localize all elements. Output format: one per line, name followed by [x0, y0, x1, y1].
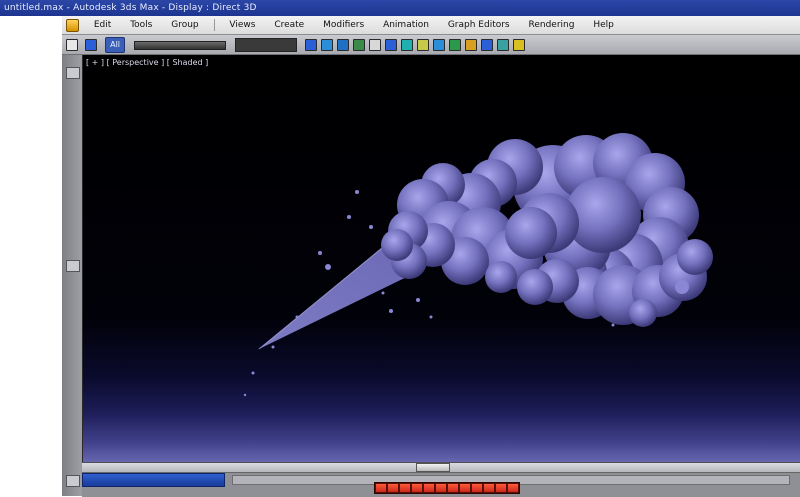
viewport-handle-bottom[interactable]	[66, 475, 80, 487]
menu-tools[interactable]: Tools	[122, 16, 160, 34]
cloud-puff	[517, 269, 553, 305]
toolbar-tool-icon[interactable]	[416, 39, 429, 51]
cloud-puff	[677, 239, 713, 275]
plume-jet-highlight	[258, 242, 389, 350]
spray-droplet	[675, 280, 689, 294]
cloud-puff	[505, 207, 557, 259]
title-bar: untitled.max - Autodesk 3ds Max - Displa…	[0, 0, 800, 16]
menu-bar: Edit Tools Group Views Create Modifiers …	[62, 16, 800, 35]
time-slider-thumb[interactable]	[416, 463, 450, 472]
spray-droplet	[251, 371, 255, 375]
key-filter-bar[interactable]	[374, 482, 520, 494]
menu-views[interactable]: Views	[221, 16, 263, 34]
toolbar-tool-icon[interactable]	[464, 39, 477, 51]
cloud-puff	[629, 299, 657, 327]
menu-graph-editors[interactable]: Graph Editors	[440, 16, 518, 34]
spray-droplet	[369, 225, 373, 229]
selection-filter-dropdown[interactable]: All	[105, 37, 126, 53]
menu-help[interactable]: Help	[585, 16, 622, 34]
menu-group[interactable]: Group	[163, 16, 206, 34]
viewport-handle-top[interactable]	[66, 67, 80, 79]
toolbar-tool-icon[interactable]	[448, 39, 461, 51]
menu-separator	[213, 18, 215, 31]
app-logo-icon[interactable]	[66, 19, 79, 32]
status-panel	[82, 473, 225, 487]
toolbar-tool-icon[interactable]	[320, 39, 333, 51]
menu-animation[interactable]: Animation	[375, 16, 437, 34]
spray-droplet	[389, 309, 393, 313]
spray-droplet	[318, 251, 322, 255]
toolbar-slider[interactable]	[133, 41, 226, 50]
select-object-icon[interactable]	[84, 39, 97, 51]
toolbar-tool-icon[interactable]	[352, 39, 365, 51]
toolbar-tool-icon[interactable]	[400, 39, 413, 51]
toolbar-tool-icon[interactable]	[496, 39, 509, 51]
menu-rendering[interactable]: Rendering	[521, 16, 583, 34]
main-toolbar: All	[62, 35, 800, 55]
left-viewport-strip	[62, 55, 81, 496]
toolbar-tool-icon[interactable]	[384, 39, 397, 51]
perspective-viewport[interactable]: [ + ] [ Perspective ] [ Shaded ]	[82, 55, 800, 462]
time-slider-track[interactable]	[82, 463, 800, 473]
menu-create[interactable]: Create	[266, 16, 312, 34]
spray-droplet	[416, 298, 420, 302]
toolbar-tool-icon[interactable]	[368, 39, 381, 51]
undo-icon[interactable]	[66, 39, 78, 51]
app-window: Edit Tools Group Views Create Modifiers …	[62, 16, 800, 497]
viewport-handle-middle[interactable]	[66, 260, 80, 272]
spray-droplet	[347, 215, 351, 219]
cloud-puff	[485, 261, 517, 293]
spray-droplet	[295, 315, 299, 319]
toolbar-tool-icon[interactable]	[304, 39, 317, 51]
menu-edit[interactable]: Edit	[86, 16, 119, 34]
spray-droplet	[243, 393, 247, 397]
spray-droplet	[271, 345, 275, 349]
smoke-plume-render	[243, 133, 713, 397]
spray-droplet	[611, 323, 615, 327]
cloud-puff	[381, 229, 413, 261]
toolbar-tool-icon[interactable]	[432, 39, 445, 51]
toolbar-tool-icon[interactable]	[512, 39, 525, 51]
spray-droplet	[381, 291, 385, 295]
spray-droplet	[355, 190, 359, 194]
toolbar-tool-icon[interactable]	[336, 39, 349, 51]
viewport-label[interactable]: [ + ] [ Perspective ] [ Shaded ]	[86, 58, 208, 67]
menu-modifiers[interactable]: Modifiers	[315, 16, 372, 34]
named-selection-field[interactable]	[235, 38, 298, 52]
plume-cloud	[381, 133, 713, 327]
window-title: untitled.max - Autodesk 3ds Max - Displa…	[4, 3, 257, 13]
timeline-area	[82, 462, 800, 497]
spray-droplet	[429, 315, 433, 319]
toolbar-tool-icon[interactable]	[480, 39, 493, 51]
spray-droplet	[325, 264, 331, 270]
toolbar-icon-group	[303, 35, 527, 54]
